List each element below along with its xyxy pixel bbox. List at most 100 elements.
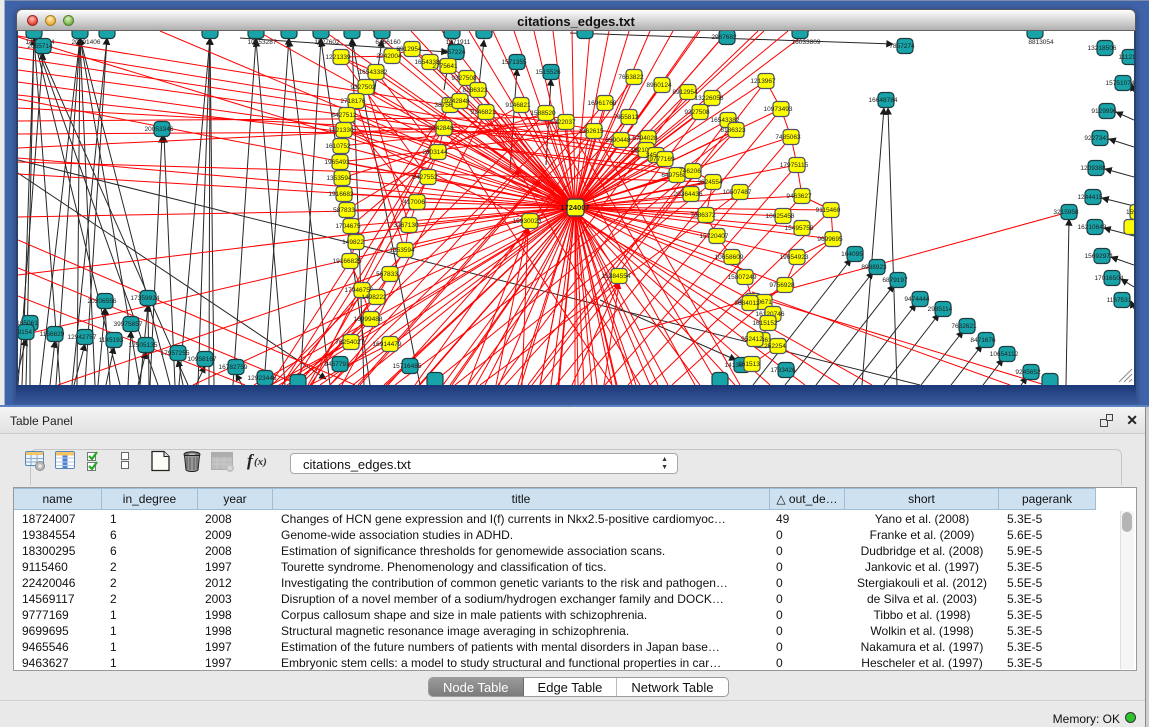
- svg-text:10654112: 10654112: [990, 351, 1019, 358]
- svg-text:16210643: 16210643: [1078, 224, 1107, 231]
- svg-text:7663822: 7663822: [618, 74, 644, 81]
- svg-text:2055714: 2055714: [27, 43, 53, 50]
- svg-text:19654923: 19654923: [780, 254, 809, 261]
- svg-text:9129996: 9129996: [1091, 108, 1117, 115]
- svg-text:8990448: 8990448: [605, 137, 631, 144]
- svg-text:16543382: 16543382: [359, 69, 388, 76]
- svg-text:13226058: 13226058: [695, 95, 724, 102]
- svg-text:39154: 39154: [18, 329, 32, 336]
- svg-text:2718176: 2718176: [340, 98, 366, 105]
- svg-text:1733426: 1733426: [770, 367, 796, 374]
- svg-text:8427552: 8427552: [412, 174, 438, 181]
- svg-text:1610752: 1610752: [325, 143, 351, 150]
- svg-text:9227341: 9227341: [1084, 135, 1110, 142]
- svg-text:19384554: 19384554: [602, 273, 631, 280]
- svg-text:15807249: 15807249: [728, 274, 757, 281]
- svg-text:13218506: 13218506: [1088, 45, 1117, 52]
- svg-text:10658609: 10658609: [715, 254, 744, 261]
- svg-text:952412: 952412: [741, 336, 763, 343]
- svg-text:1353594: 1353594: [326, 175, 352, 182]
- svg-text:12505135: 12505135: [129, 342, 158, 349]
- svg-text:17975115: 17975115: [780, 162, 809, 169]
- svg-text:16648784: 16648784: [869, 97, 898, 104]
- svg-text:8427512: 8427512: [331, 112, 357, 119]
- svg-text:8471676: 8471676: [970, 337, 996, 344]
- svg-text:2242004: 2242004: [376, 53, 402, 60]
- svg-text:16099488: 16099488: [354, 316, 383, 323]
- svg-text:417006: 417006: [403, 199, 425, 206]
- svg-text:9474444: 9474444: [904, 296, 930, 303]
- svg-text:1209388: 1209388: [1080, 165, 1106, 172]
- svg-text:15751074: 15751074: [1106, 80, 1134, 87]
- svg-text:15930023: 15930023: [513, 218, 542, 225]
- svg-text:7632621: 7632621: [951, 323, 977, 330]
- svg-text:8960124: 8960124: [646, 82, 672, 89]
- svg-text:(x): (x): [254, 456, 267, 468]
- svg-text:19166825: 19166825: [333, 258, 362, 265]
- svg-text:164095: 164095: [841, 251, 863, 258]
- svg-text:20053346: 20053346: [145, 126, 174, 133]
- svg-text:9756928: 9756928: [769, 282, 795, 289]
- svg-text:1213967: 1213967: [750, 78, 776, 85]
- svg-text:1588520: 1588520: [530, 110, 556, 117]
- svg-text:20364436: 20364436: [674, 191, 703, 198]
- svg-text:8186323: 8186323: [720, 127, 746, 134]
- svg-text:2987682: 2987682: [711, 34, 737, 41]
- svg-text:1527602: 1527602: [314, 39, 340, 46]
- svg-text:12923446: 12923446: [248, 375, 277, 382]
- svg-text:1353594: 1353594: [389, 247, 415, 254]
- svg-text:252254: 252254: [764, 343, 786, 350]
- svg-text:2775641: 2775641: [432, 63, 458, 70]
- svg-text:1362615: 1362615: [578, 128, 604, 135]
- svg-text:1965493: 1965493: [324, 159, 350, 166]
- svg-text:9242848: 9242848: [428, 125, 454, 132]
- svg-text:1515526: 1515526: [535, 69, 561, 76]
- svg-text:1724007: 1724007: [560, 203, 589, 212]
- svg-text:2803144: 2803144: [422, 149, 448, 156]
- svg-text:7357224: 7357224: [440, 49, 466, 56]
- svg-text:3684012: 3684012: [734, 300, 760, 307]
- svg-text:7625402: 7625402: [335, 339, 361, 346]
- svg-text:567833: 567833: [376, 271, 398, 278]
- svg-text:10025458: 10025458: [766, 213, 795, 220]
- svg-text:15720407: 15720407: [700, 233, 729, 240]
- svg-text:9327508: 9327508: [684, 109, 710, 116]
- svg-text:10507487: 10507487: [723, 189, 752, 196]
- svg-text:16033809: 16033809: [792, 39, 821, 46]
- svg-text:9463627: 9463627: [786, 193, 812, 200]
- svg-text:9777169: 9777169: [649, 156, 675, 163]
- svg-text:3624554: 3624554: [697, 179, 723, 186]
- svg-text:20206556: 20206556: [88, 298, 117, 305]
- svg-text:6466160: 6466160: [375, 39, 401, 46]
- svg-text:9457791: 9457791: [324, 361, 350, 368]
- svg-text:6794028: 6794028: [632, 135, 658, 142]
- svg-text:10958167: 10958167: [188, 356, 217, 363]
- svg-text:9242848: 9242848: [444, 98, 470, 105]
- svg-text:16782759: 16782759: [219, 364, 248, 371]
- svg-text:15692971: 15692971: [1085, 253, 1114, 260]
- svg-text:8938923: 8938923: [861, 264, 887, 271]
- svg-text:8813054: 8813054: [1028, 39, 1054, 46]
- svg-text:1244415: 1244415: [1077, 194, 1103, 201]
- svg-text:746206: 746206: [679, 168, 701, 175]
- svg-text:9146821: 9146821: [505, 102, 531, 109]
- svg-text:9115460: 9115460: [816, 207, 841, 214]
- svg-text:1167531: 1167531: [1107, 297, 1132, 304]
- svg-text:39975857: 39975857: [114, 321, 143, 328]
- svg-text:149822: 149822: [342, 239, 364, 246]
- svg-text:16914479: 16914479: [373, 341, 402, 348]
- svg-text:1498222: 1498222: [361, 294, 387, 301]
- svg-text:1221339: 1221339: [325, 54, 351, 61]
- svg-text:3267130: 3267130: [393, 222, 419, 229]
- svg-text:7485063: 7485063: [775, 134, 801, 141]
- svg-text:17957255: 17957255: [161, 350, 190, 357]
- svg-text:1145193: 1145193: [99, 337, 124, 344]
- svg-text:9327502: 9327502: [350, 84, 376, 91]
- svg-text:9245652: 9245652: [1015, 369, 1041, 376]
- svg-text:8912954: 8912954: [396, 46, 422, 53]
- svg-text:8186323: 8186323: [462, 87, 488, 94]
- svg-text:9699695: 9699695: [817, 236, 843, 243]
- svg-text:9327508: 9327508: [451, 75, 477, 82]
- svg-text:5322037: 5322037: [550, 119, 576, 126]
- svg-text:10973493: 10973493: [764, 106, 793, 113]
